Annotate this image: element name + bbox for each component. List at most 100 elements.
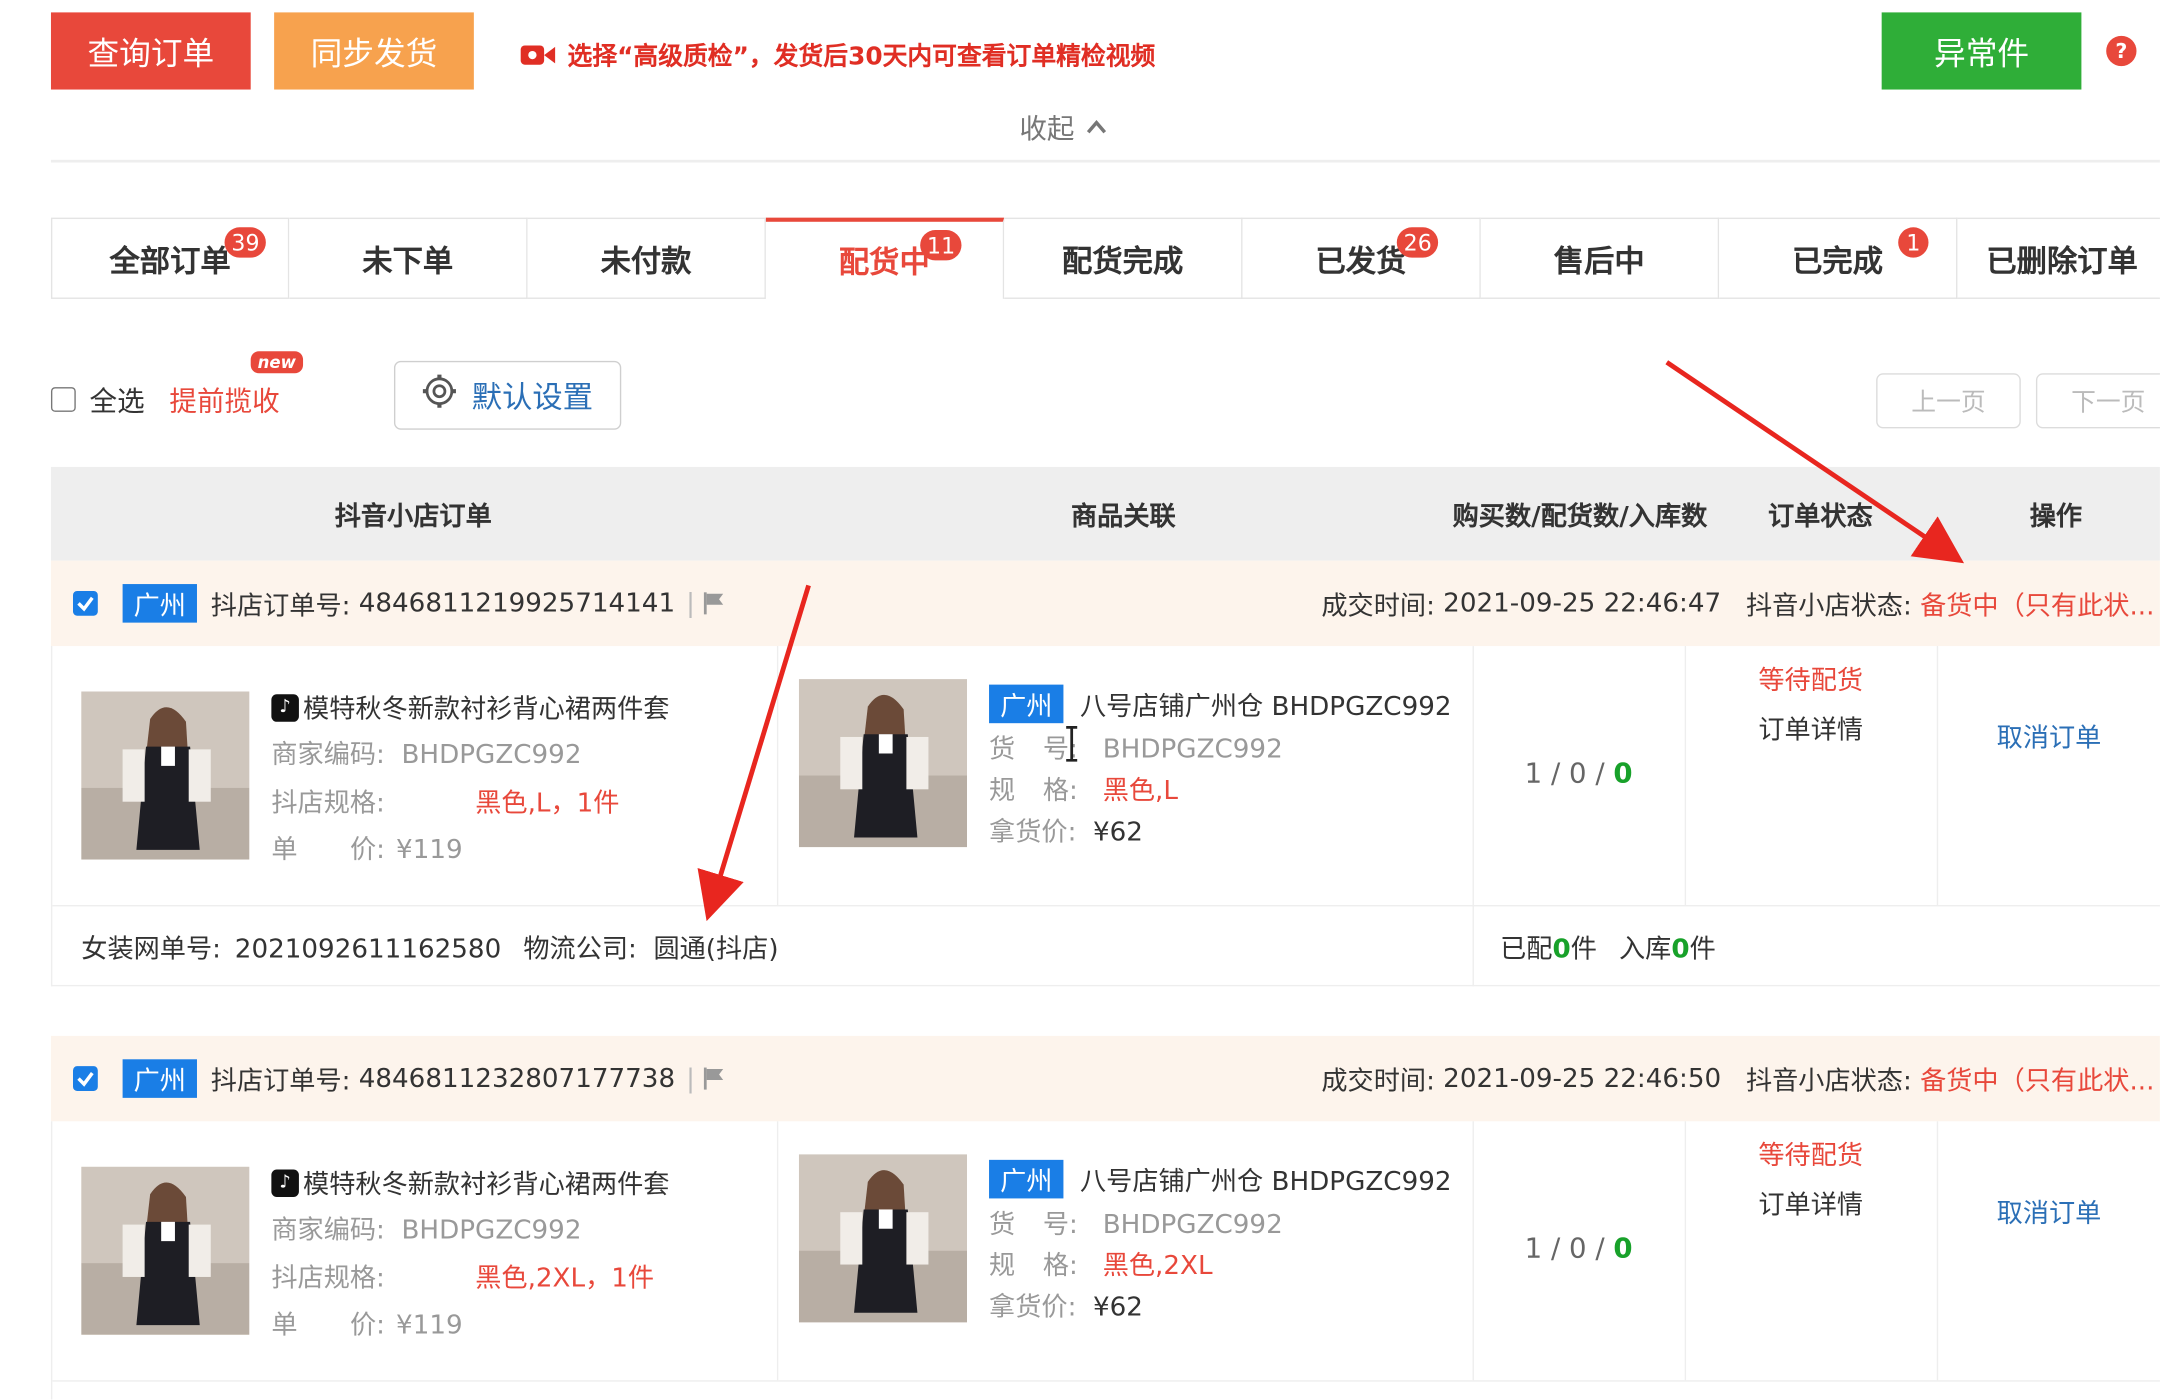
allocated-count: 0 — [1552, 933, 1571, 965]
allocated-label: 已配 — [1500, 933, 1553, 965]
goods-number-value: BHDPGZC992 — [1102, 734, 1283, 765]
linked-spec-label-a: 规 — [989, 775, 1016, 806]
collapse-toggle[interactable]: 收起 — [1019, 107, 1107, 144]
divider — [776, 1121, 779, 1381]
tab-label: 未付款 — [600, 244, 692, 279]
unit-price: 单 价: ¥119 — [271, 1304, 462, 1341]
column-header-actions: 操作 — [2029, 500, 2083, 532]
order-number: 4846811219925714141 — [358, 588, 676, 619]
select-all-label: 全选 — [89, 384, 145, 418]
goods-number-value: BHDPGZC992 — [1102, 1209, 1283, 1240]
order-number: 4846811232807177738 — [358, 1063, 676, 1094]
divider — [1936, 1121, 1939, 1381]
order-checkbox[interactable] — [73, 1066, 98, 1091]
default-settings-button[interactable]: 默认设置 — [393, 360, 622, 430]
merchant-code-value: BHDPGZC992 — [401, 1214, 582, 1246]
tab-5[interactable]: 已发货 26 — [1242, 217, 1481, 299]
linked-spec-value: 黑色,2XL — [1102, 1250, 1213, 1282]
tab-7[interactable]: 已完成 1 — [1719, 217, 1958, 299]
tab-label: 已发货 — [1315, 244, 1407, 279]
help-icon[interactable]: ? — [2106, 35, 2137, 67]
notice-text: 选择“高级质检”，发货后30天内可查看订单精检视频 — [567, 42, 1156, 72]
linked-store: 广州 八号店铺广州仓 BHDPGZC992 — [989, 684, 1452, 724]
city-tag: 广州 — [122, 584, 198, 623]
select-all[interactable]: 全选 — [50, 379, 145, 419]
cancel-order-link[interactable]: 取消订单 — [1937, 718, 2160, 755]
flag-icon[interactable] — [700, 1066, 725, 1091]
linked-spec-label-b: 格: — [1042, 1250, 1078, 1282]
order-header: 广州 抖店订单号: 4846811232807177738 | 成交时间: 20… — [50, 1035, 2160, 1122]
linked-city-tag: 广州 — [989, 1159, 1064, 1199]
early-collect-link[interactable]: 提前揽收 — [169, 379, 279, 419]
shop-status: 备货中（只有此状... — [1920, 590, 2155, 621]
shop-spec-value: 黑色,L，1件 — [475, 787, 620, 819]
abnormal-items-button[interactable]: 异常件 — [1881, 12, 2082, 90]
order-number-label: 抖店订单号: — [210, 590, 351, 621]
tab-6[interactable]: 售后中 — [1480, 217, 1720, 299]
next-page-button[interactable]: 下一页 — [2035, 373, 2160, 429]
merchant-code: 商家编码: BHDPGZC992 — [271, 1209, 581, 1246]
unit-price-label-a: 单 — [271, 834, 298, 866]
linked-product-thumbnail[interactable] — [798, 679, 968, 848]
product-thumbnail[interactable] — [81, 1166, 250, 1335]
deal-time: 2021-09-25 22:46:47 — [1443, 588, 1722, 619]
linked-city-tag: 广州 — [989, 684, 1064, 724]
query-orders-button[interactable]: 查询订单 — [50, 12, 251, 90]
unit-price-label-b: 价: — [349, 834, 385, 866]
divider — [776, 646, 779, 906]
order-detail-link[interactable]: 订单详情 — [1685, 1185, 1937, 1222]
flag-icon[interactable] — [700, 591, 725, 616]
separator: | — [686, 1063, 695, 1094]
linked-product-thumbnail[interactable] — [798, 1154, 968, 1323]
merchant-code-value: BHDPGZC992 — [401, 739, 582, 771]
allocated-qty: 0 — [1569, 1231, 1587, 1265]
deal-time: 2021-09-25 22:46:50 — [1443, 1063, 1722, 1094]
shop-spec: 抖店规格: 黑色,L，1件 — [271, 782, 619, 819]
tab-0[interactable]: 全部订单 39 — [50, 217, 290, 299]
count-badge: 11 — [920, 230, 962, 261]
tab-8[interactable]: 已删除订单 — [1957, 217, 2160, 299]
purchase-qty: 1 — [1524, 1231, 1543, 1265]
divider — [1936, 646, 1939, 906]
order-body: ♪ 模特秋冬新款衬衫背心裙两件套 商家编码: BHDPGZC992 抖店规格: … — [50, 1121, 2160, 1400]
tab-2[interactable]: 未付款 — [527, 217, 766, 299]
video-icon — [519, 41, 556, 69]
footer-order-number: 2021092611162580 — [234, 933, 502, 965]
unit-price-label-b: 价: — [349, 1310, 385, 1341]
deal-time-label: 成交时间: — [1321, 1065, 1435, 1096]
default-settings-label: 默认设置 — [471, 381, 594, 417]
sync-ship-button[interactable]: 同步发货 — [274, 12, 474, 90]
tab-label: 配货中 — [838, 246, 930, 282]
column-header-order-status: 订单状态 — [1767, 500, 1873, 532]
order-number-label: 抖店订单号: — [210, 1065, 351, 1096]
select-all-checkbox[interactable] — [50, 386, 76, 412]
product-thumbnail[interactable] — [81, 691, 250, 860]
divider — [52, 905, 2160, 907]
goods-number-label-a: 货 — [989, 1209, 1016, 1240]
quality-check-notice[interactable]: 选择“高级质检”，发货后30天内可查看订单精检视频 — [519, 36, 1155, 75]
city-tag: 广州 — [122, 1059, 198, 1098]
merchant-code-label: 商家编码: — [271, 739, 385, 771]
text-cursor-icon — [1062, 725, 1081, 767]
table-header: 抖音小店订单 商品关联 购买数/配货数/入库数 订单状态 操作 — [50, 466, 2160, 561]
tab-4[interactable]: 配货完成 — [1004, 217, 1243, 299]
order-detail-link[interactable]: 订单详情 — [1685, 709, 1937, 746]
cancel-order-link[interactable]: 取消订单 — [1937, 1193, 2160, 1230]
shop-status: 备货中（只有此状... — [1920, 1065, 2155, 1096]
new-badge: new — [250, 351, 303, 374]
unit-price: 单 价: ¥119 — [271, 829, 462, 866]
shop-spec: 抖店规格: 黑色,2XL，1件 — [271, 1258, 654, 1295]
order-checkbox[interactable] — [73, 590, 98, 616]
tab-1[interactable]: 未下单 — [289, 217, 528, 299]
order-status: 等待配货 — [1758, 665, 1864, 696]
column-header-douyin-order: 抖音小店订单 — [334, 500, 492, 532]
goods-number-label-a: 货 — [989, 734, 1016, 765]
tab-3[interactable]: 配货中 11 — [765, 217, 1005, 299]
product-title[interactable]: ♪ 模特秋冬新款衬衫背心裙两件套 — [271, 1164, 669, 1201]
product-title[interactable]: ♪ 模特秋冬新款衬衫背心裙两件套 — [271, 689, 669, 726]
order-footer-info: 女装网单号: 2021092611162580 物流公司: 圆通(抖店) — [81, 928, 778, 965]
prev-page-button[interactable]: 上一页 — [1876, 373, 2021, 429]
tiktok-icon: ♪ — [271, 1168, 299, 1197]
stock-unit: 件 — [1689, 933, 1716, 965]
unit-price-value: ¥119 — [396, 834, 463, 866]
